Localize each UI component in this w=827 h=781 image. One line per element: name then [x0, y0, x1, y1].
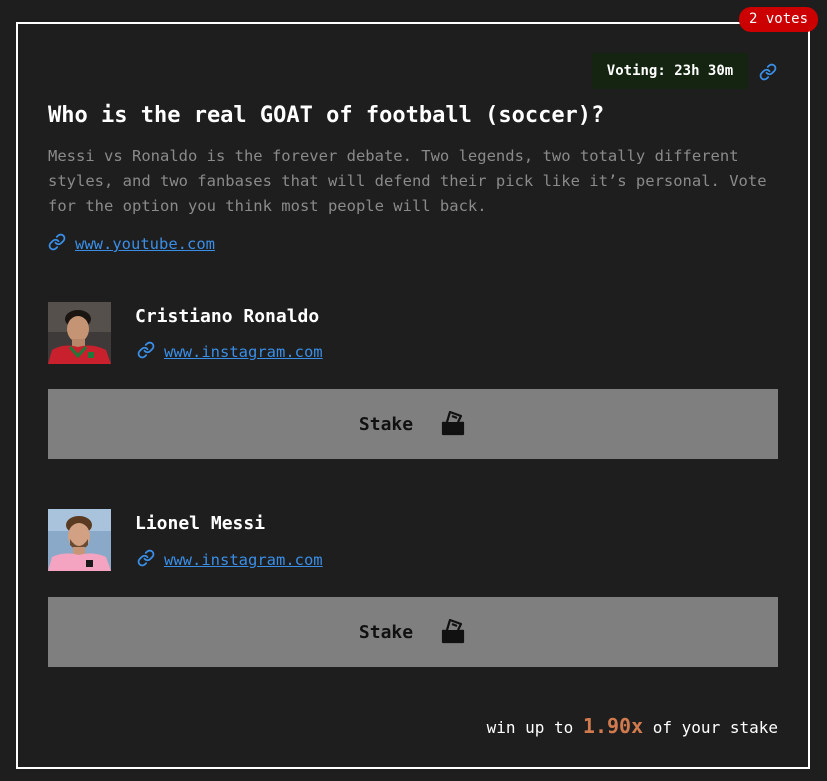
share-link-icon[interactable] [759, 63, 777, 81]
option-link[interactable]: www.instagram.com [137, 341, 323, 363]
stake-label: Stake [358, 413, 414, 435]
option-link-text[interactable]: www.instagram.com [164, 343, 323, 361]
votes-badge: 2 votes [739, 7, 819, 32]
voting-timer: Voting: 23h 30m [592, 53, 748, 89]
option-avatar-ronaldo [48, 302, 111, 364]
payout-prefix: win up to [486, 718, 574, 737]
payout-info: win up to 1.90x of your stake [487, 712, 778, 742]
link-icon [137, 549, 155, 571]
poll-source-link-text[interactable]: www.youtube.com [75, 235, 215, 253]
option-name: Cristiano Ronaldo [135, 306, 320, 327]
stake-button-ronaldo[interactable]: Stake [48, 389, 778, 459]
option-avatar-messi [48, 509, 111, 571]
link-icon [137, 341, 155, 363]
option-link-text[interactable]: www.instagram.com [164, 551, 323, 569]
option-name: Lionel Messi [135, 513, 266, 534]
payout-suffix: of your stake [652, 718, 778, 737]
link-icon [48, 233, 66, 255]
poll-source-link[interactable]: www.youtube.com [48, 233, 215, 255]
poll-title: Who is the real GOAT of football (soccer… [48, 103, 605, 128]
stake-button-messi[interactable]: Stake [48, 597, 778, 667]
option-link[interactable]: www.instagram.com [137, 549, 323, 571]
ballot-box-icon [439, 617, 467, 648]
ballot-box-icon [439, 409, 467, 440]
stake-label: Stake [358, 621, 414, 643]
poll-description: Messi vs Ronaldo is the forever debate. … [48, 147, 767, 215]
payout-multiplier: 1.90x [582, 714, 644, 738]
